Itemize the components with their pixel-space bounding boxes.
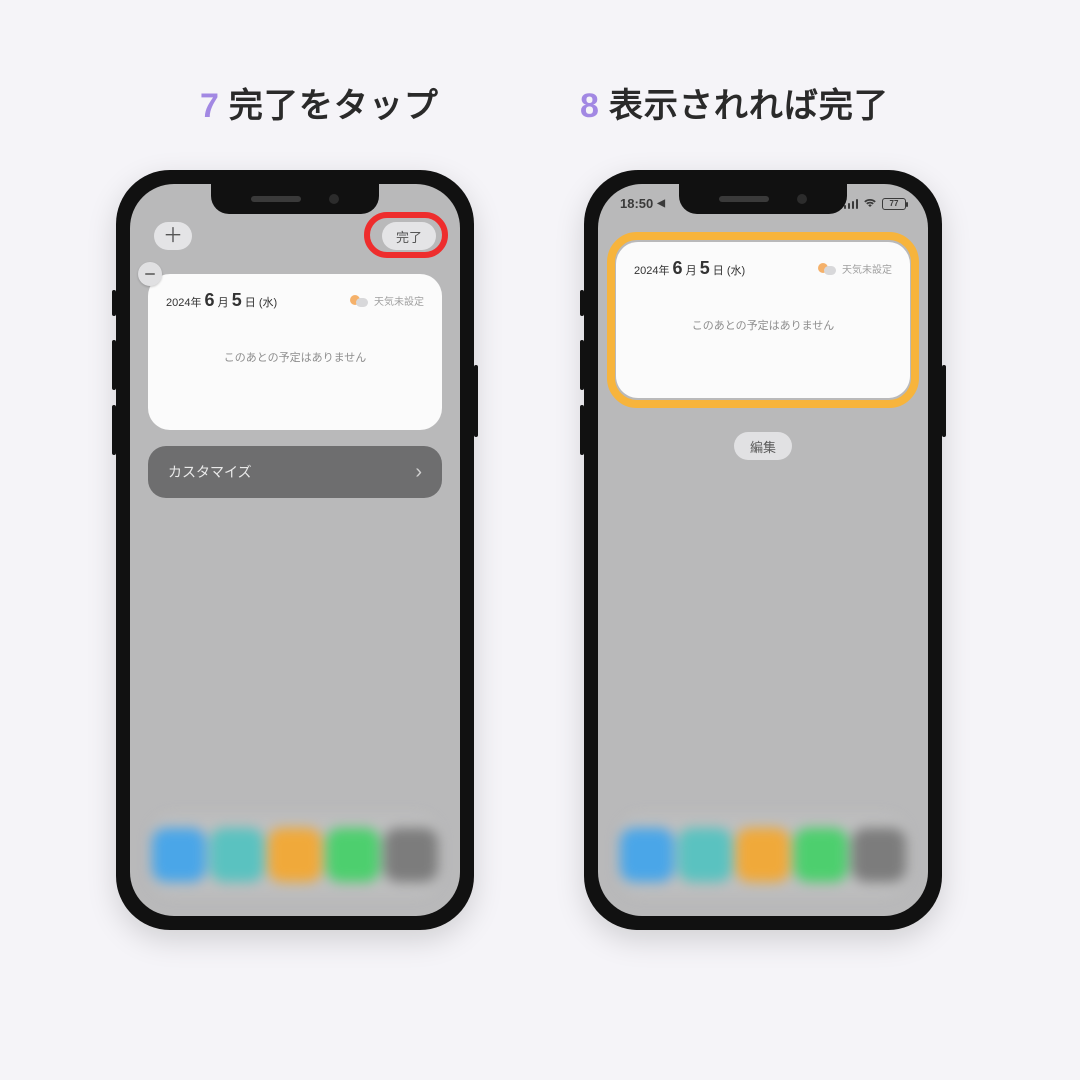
widget-body-text: このあとの予定はありません (166, 349, 424, 365)
volume-up-button (112, 340, 116, 390)
volume-down-button (112, 405, 116, 455)
widget-header: 2024年 6 月 5 日 (水) 天気未設定 (166, 290, 424, 311)
phone-mockup-right: 18:50 ◀ 77 2024年 (584, 170, 942, 930)
status-left: 18:50 ◀ (620, 196, 665, 211)
highlight-widget (607, 232, 919, 408)
dock-app-3[interactable] (736, 828, 790, 882)
battery-icon: 77 (882, 198, 906, 210)
highlight-done-button (364, 212, 448, 258)
dock-app-4[interactable] (794, 828, 848, 882)
widget-date: 2024年 6 月 5 日 (水) (166, 290, 277, 311)
dock-app-1[interactable] (152, 828, 206, 882)
front-camera (329, 194, 339, 204)
customize-row[interactable]: カスタマイズ › (148, 446, 442, 498)
screen-left: ＋ 完了 2024年 6 月 5 日 (水) 天気未設定 (130, 184, 460, 916)
step-7-heading: 7 完了をタップ (200, 78, 439, 127)
dock-app-2[interactable] (678, 828, 732, 882)
battery-level: 77 (890, 199, 899, 208)
dock-app-4[interactable] (326, 828, 380, 882)
add-widget-button[interactable]: ＋ (154, 222, 192, 250)
front-camera (797, 194, 807, 204)
calendar-widget[interactable]: 2024年 6 月 5 日 (水) 天気未設定 このあとの予定はありません (148, 274, 442, 430)
edit-button[interactable]: 編集 (734, 432, 792, 460)
speaker-grille (719, 196, 769, 202)
notch (679, 184, 847, 214)
dock-app-5[interactable] (852, 828, 906, 882)
power-button (942, 365, 946, 437)
customize-label: カスタマイズ (168, 462, 252, 482)
dock-app-5[interactable] (384, 828, 438, 882)
mute-switch (112, 290, 116, 316)
edit-button-label: 編集 (750, 437, 776, 456)
dock-app-3[interactable] (268, 828, 322, 882)
volume-up-button (580, 340, 584, 390)
speaker-grille (251, 196, 301, 202)
dock (618, 814, 908, 896)
remove-widget-button[interactable] (138, 262, 162, 286)
status-time: 18:50 (620, 196, 653, 211)
weather-icon (350, 294, 368, 308)
notch (211, 184, 379, 214)
step-8-number: 8 (580, 87, 599, 126)
weather-label: 天気未設定 (374, 293, 424, 308)
widget-weather: 天気未設定 (350, 293, 424, 308)
step-8-text: 表示されれば完了 (609, 78, 889, 127)
mute-switch (580, 290, 584, 316)
power-button (474, 365, 478, 437)
step-7-text: 完了をタップ (229, 78, 439, 127)
dock (150, 814, 440, 896)
dock-app-1[interactable] (620, 828, 674, 882)
dock-app-2[interactable] (210, 828, 264, 882)
phone-mockup-left: ＋ 完了 2024年 6 月 5 日 (水) 天気未設定 (116, 170, 474, 930)
status-right: 77 (844, 196, 907, 211)
location-icon: ◀ (657, 198, 665, 209)
screen-right: 18:50 ◀ 77 2024年 (598, 184, 928, 916)
wifi-icon (863, 197, 877, 211)
chevron-right-icon: › (415, 461, 422, 484)
step-7-number: 7 (200, 87, 219, 126)
step-8-heading: 8 表示されれば完了 (580, 78, 889, 127)
plus-icon: ＋ (163, 226, 183, 246)
volume-down-button (580, 405, 584, 455)
